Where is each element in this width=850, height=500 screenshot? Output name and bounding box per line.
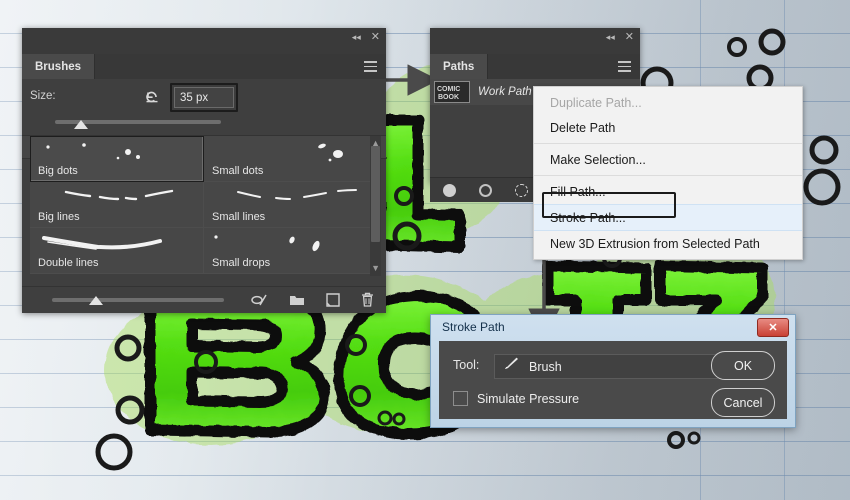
open-preset-folder-icon[interactable]	[289, 293, 305, 311]
paths-tabrow: Paths	[430, 54, 640, 79]
brush-size-slider[interactable]	[22, 113, 386, 135]
menu-item-label: Delete Path	[550, 120, 616, 135]
simulate-pressure-label: Simulate Pressure	[477, 391, 580, 406]
stroke-path-dialog[interactable]: Stroke Path ✕ Tool: Brush ▾ Simulate Pre…	[430, 314, 796, 428]
dialog-titlebar: Stroke Path ✕	[431, 315, 795, 339]
menu-item-label: New 3D Extrusion from Selected Path	[550, 236, 760, 251]
close-icon[interactable]: ✕	[625, 31, 634, 43]
tab-paths[interactable]: Paths	[430, 54, 489, 79]
hamburger-menu-icon[interactable]	[618, 61, 631, 72]
tab-brushes[interactable]: Brushes	[22, 54, 96, 79]
brush-item-big-lines[interactable]: Big lines	[30, 182, 204, 228]
menu-item-label: Fill Path...	[550, 184, 606, 199]
menu-separator	[534, 143, 802, 144]
ok-button-label: OK	[733, 358, 753, 373]
tool-label: Tool:	[453, 358, 480, 372]
close-icon[interactable]: ✕	[371, 31, 380, 43]
menu-item-delete-path[interactable]: Delete Path	[534, 115, 802, 140]
hamburger-menu-icon[interactable]	[364, 61, 377, 72]
brush-item-small-dots[interactable]: Small dots	[204, 136, 372, 182]
path-name-label: Work Path	[478, 86, 532, 98]
menu-separator	[534, 175, 802, 176]
cancel-button-label: Cancel	[723, 395, 763, 410]
brush-size-label: Size:	[30, 90, 56, 102]
brushes-tabrow: Brushes	[22, 54, 386, 79]
menu-item-make-selection[interactable]: Make Selection...	[534, 147, 802, 172]
brush-size-row: Size: 35 px	[22, 79, 386, 157]
brush-item-big-dots[interactable]: Big dots	[30, 136, 204, 182]
brush-item-label: Double lines	[38, 257, 99, 269]
brush-size-value: 35 px	[180, 91, 209, 104]
path-context-menu[interactable]: Duplicate Path... Delete Path Make Selec…	[533, 86, 803, 260]
footer-slider-thumb[interactable]	[89, 296, 103, 305]
menu-item-duplicate-path: Duplicate Path...	[534, 90, 802, 115]
brush-item-label: Small drops	[212, 257, 271, 269]
tool-value: Brush	[529, 359, 562, 374]
svg-text:COMIC: COMIC	[437, 86, 460, 93]
brush-item-label: Big dots	[38, 165, 78, 177]
brushes-panel-footer	[22, 286, 386, 313]
reset-arrow-icon[interactable]	[144, 88, 160, 104]
menu-item-fill-path[interactable]: Fill Path...	[534, 179, 802, 204]
collapse-icon[interactable]: ◂◂	[352, 32, 361, 42]
brush-item-small-lines[interactable]: Small lines	[204, 182, 372, 228]
simulate-pressure-row[interactable]: Simulate Pressure	[453, 391, 579, 406]
brush-grid[interactable]: Big dots Small dots Big lines Small line…	[22, 136, 372, 276]
brush-item-double-lines[interactable]: Double lines	[30, 228, 204, 274]
new-brush-icon[interactable]	[326, 292, 340, 312]
brushes-panel[interactable]: ◂◂ ✕ Brushes Size: 35 px Big dots Small …	[22, 28, 386, 313]
fill-path-icon[interactable]	[443, 183, 456, 197]
brush-list-scrollbar[interactable]	[370, 136, 381, 276]
paths-panel-titlebar: ◂◂ ✕	[430, 28, 640, 54]
brush-item-label: Small lines	[212, 211, 266, 223]
brush-item-label: Big lines	[38, 211, 80, 223]
tab-paths-label: Paths	[443, 60, 475, 73]
slider-thumb[interactable]	[74, 120, 88, 129]
tool-select[interactable]: Brush ▾	[494, 354, 734, 379]
toggle-brush-preset-icon[interactable]	[251, 293, 268, 312]
brushes-panel-titlebar: ◂◂ ✕	[22, 28, 386, 54]
stroke-path-icon[interactable]	[479, 183, 492, 197]
dialog-body: Tool: Brush ▾ Simulate Pressure OK C	[439, 341, 787, 419]
dialog-title-label: Stroke Path	[442, 320, 505, 334]
brush-item-small-drops[interactable]: Small drops	[204, 228, 372, 274]
close-icon[interactable]: ✕	[757, 318, 789, 337]
menu-item-label: Stroke Path...	[550, 210, 626, 225]
delete-brush-icon[interactable]	[361, 292, 374, 312]
menu-item-label: Duplicate Path...	[550, 95, 642, 110]
svg-text:BOOK: BOOK	[438, 94, 459, 101]
load-path-as-selection-icon[interactable]	[515, 183, 528, 197]
menu-item-new-3d-extrusion[interactable]: New 3D Extrusion from Selected Path	[534, 231, 802, 256]
menu-item-label: Make Selection...	[550, 152, 646, 167]
scroll-down-icon[interactable]: ▼	[371, 263, 380, 273]
simulate-pressure-checkbox[interactable]	[453, 391, 468, 406]
ok-button[interactable]: OK	[711, 351, 775, 380]
menu-item-stroke-path[interactable]: Stroke Path...	[534, 204, 802, 231]
work-path-thumbnail: COMIC BOOK	[434, 81, 470, 103]
footer-slider-track	[52, 298, 224, 302]
tab-brushes-label: Brushes	[35, 60, 82, 73]
cancel-button[interactable]: Cancel	[711, 388, 775, 417]
scroll-up-icon[interactable]: ▲	[371, 138, 380, 148]
brush-item-label: Small dots	[212, 165, 264, 177]
brush-size-field[interactable]: 35 px	[170, 83, 238, 112]
scrollbar-thumb[interactable]	[371, 146, 380, 242]
screenshot-stage: ◂◂ ✕ Brushes Size: 35 px Big dots Small …	[0, 0, 850, 500]
collapse-icon[interactable]: ◂◂	[606, 32, 615, 42]
brush-tip-icon	[503, 357, 521, 376]
